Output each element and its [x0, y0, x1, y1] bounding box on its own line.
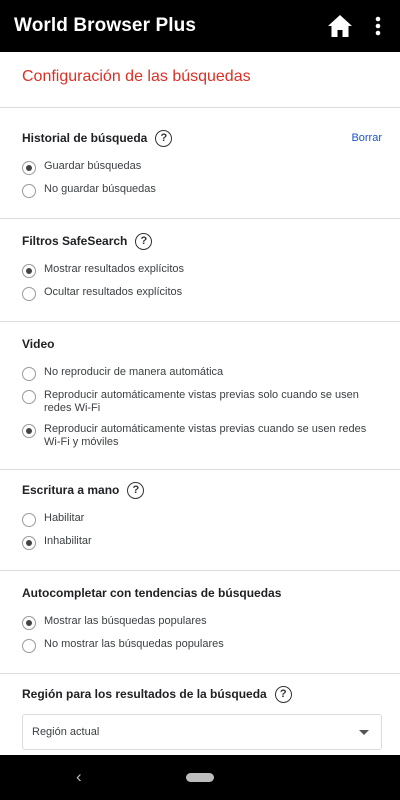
help-icon[interactable]: ?	[155, 129, 173, 147]
page-title: Configuración de las búsquedas	[22, 68, 251, 85]
dropdown-arrow-icon	[359, 730, 369, 735]
radio-selected[interactable]	[22, 536, 36, 550]
more-vert-icon[interactable]	[366, 10, 390, 42]
help-icon[interactable]: ?	[127, 481, 145, 499]
option-label: Reproducir automáticamente vistas previa…	[44, 389, 359, 414]
app-title: World Browser Plus	[14, 15, 196, 36]
region-select-value: Región actual	[32, 726, 100, 738]
section-title: Escritura a mano	[22, 483, 120, 497]
clear-history-link[interactable]: Borrar	[351, 132, 382, 144]
radio-option[interactable]: Mostrar resultados explícitos	[22, 263, 382, 278]
back-icon[interactable]: ‹	[76, 767, 82, 787]
radio-unselected[interactable]	[22, 367, 36, 381]
option-label: Inhabilitar	[44, 535, 92, 547]
radio-option[interactable]: No reproducir de manera automática	[22, 366, 382, 381]
section-title: Video	[22, 337, 55, 351]
settings-content: Configuración de las búsquedas Historial…	[0, 52, 400, 755]
option-label: Mostrar resultados explícitos	[44, 263, 184, 275]
section-title: Región para los resultados de la búsqued…	[22, 687, 267, 701]
radio-option[interactable]: No mostrar las búsquedas populares	[22, 638, 382, 653]
section-title: Autocompletar con tendencias de búsqueda…	[22, 586, 282, 600]
option-label: Reproducir automáticamente vistas previa…	[44, 423, 367, 448]
option-label: No guardar búsquedas	[44, 183, 156, 195]
option-label: No reproducir de manera automática	[44, 366, 224, 378]
option-label: Habilitar	[44, 512, 85, 524]
section-region: Región para los resultados de la búsqued…	[0, 674, 400, 750]
radio-selected[interactable]	[22, 616, 36, 630]
section-search-history: Historial de búsqueda ? Borrar Guardar b…	[0, 108, 400, 218]
radio-option[interactable]: Reproducir automáticamente vistas previa…	[22, 389, 382, 415]
radio-unselected[interactable]	[22, 184, 36, 198]
radio-selected[interactable]	[22, 161, 36, 175]
radio-unselected[interactable]	[22, 639, 36, 653]
system-nav-bar: ‹	[0, 755, 400, 800]
radio-unselected[interactable]	[22, 390, 36, 404]
help-icon[interactable]: ?	[135, 232, 153, 250]
radio-unselected[interactable]	[22, 513, 36, 527]
section-autocomplete: Autocompletar con tendencias de búsqueda…	[0, 571, 400, 673]
radio-unselected[interactable]	[22, 287, 36, 301]
home-icon[interactable]	[324, 10, 356, 42]
radio-selected[interactable]	[22, 264, 36, 278]
radio-option[interactable]: No guardar búsquedas	[22, 183, 382, 198]
app-bar: World Browser Plus	[0, 0, 400, 52]
radio-option[interactable]: Guardar búsquedas	[22, 160, 382, 175]
radio-selected[interactable]	[22, 424, 36, 438]
section-handwriting: Escritura a mano ? Habilitar Inhabilitar	[0, 470, 400, 570]
option-label: Mostrar las búsquedas populares	[44, 615, 207, 627]
section-title: Filtros SafeSearch	[22, 234, 128, 248]
home-pill-icon[interactable]	[186, 773, 214, 782]
section-safesearch: Filtros SafeSearch ? Mostrar resultados …	[0, 219, 400, 321]
section-title: Historial de búsqueda	[22, 131, 148, 145]
section-video: Video No reproducir de manera automática…	[0, 322, 400, 469]
option-label: Guardar búsquedas	[44, 160, 142, 172]
radio-option[interactable]: Ocultar resultados explícitos	[22, 286, 382, 301]
region-select[interactable]: Región actual	[22, 714, 382, 750]
radio-option[interactable]: Mostrar las búsquedas populares	[22, 615, 382, 630]
radio-option[interactable]: Reproducir automáticamente vistas previa…	[22, 423, 382, 449]
option-label: Ocultar resultados explícitos	[44, 286, 183, 298]
help-icon[interactable]: ?	[274, 685, 292, 703]
option-label: No mostrar las búsquedas populares	[44, 638, 224, 650]
radio-option[interactable]: Habilitar	[22, 512, 382, 527]
radio-option[interactable]: Inhabilitar	[22, 535, 382, 550]
